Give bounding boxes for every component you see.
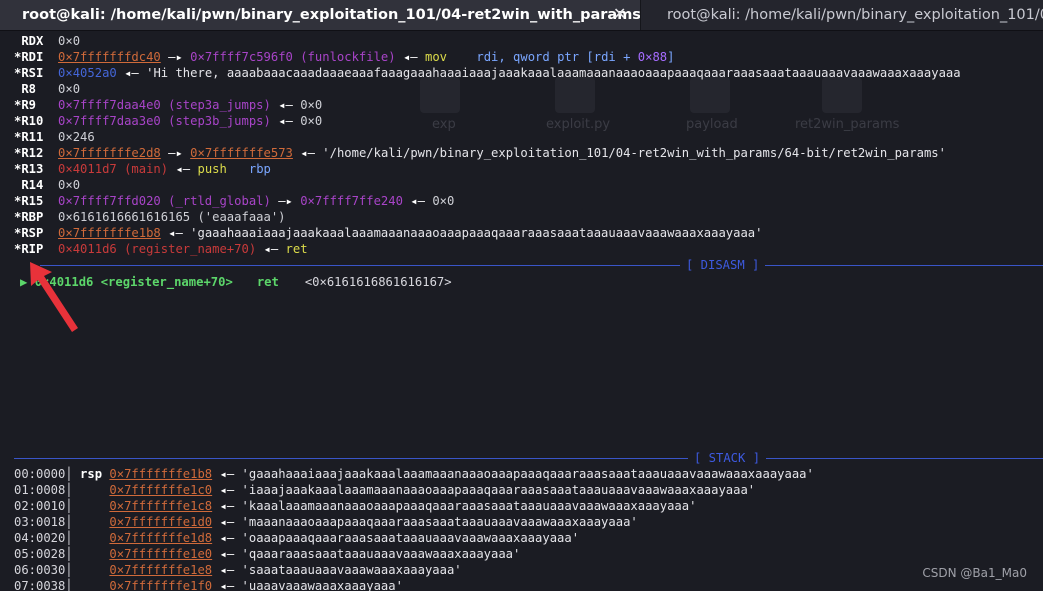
register-name: R11 [21, 130, 44, 144]
register-name: RDX [21, 34, 44, 48]
instruction-address: 0×4011d6 <register_name+70> [34, 275, 233, 289]
register-value: 0×0 [58, 82, 81, 96]
register-name: RIP [21, 242, 44, 256]
register-row-r14: R14 0×0 [14, 177, 80, 193]
stack-row: 01:0008│ 0×7fffffffe1c0 ◂— 'iaaajaaakaaa… [14, 483, 756, 497]
register-row-rsp: *RSP 0×7fffffffe1b8 ◂— 'gaaahaaaiaaajaaa… [14, 226, 763, 240]
string-value: 'Hi there, aaaabaaacaaadaaaeaaafaaagaaah… [146, 66, 961, 80]
current-instruction: ▶ 0×4011d6 <register_name+70> ret <0×61616… [20, 274, 452, 290]
stack-pointer[interactable]: 0×7fffffffe1d8 [109, 531, 212, 545]
tab-terminal-inactive[interactable]: root@kali: /home/kali/pwn/binary_exploit… [640, 0, 1043, 30]
tab-title: root@kali: /home/kali/pwn/binary_exploit… [22, 7, 640, 23]
instruction-mnemonic: ret [256, 275, 279, 289]
stack-pointer[interactable]: 0×7fffffffe1e0 [109, 547, 212, 561]
register-name: RDI [21, 50, 44, 64]
stack-pointer[interactable]: 0×7fffffffe1b8 [109, 467, 212, 481]
desktop-label: exp [432, 117, 456, 132]
stack-pointer[interactable]: 0×7fffffffe1f0 [109, 579, 212, 591]
tab-title: root@kali: /home/kali/pwn/binary_exploit… [667, 7, 1043, 23]
lib-pointer: 0×7ffff7daa4e0 (step3a_jumps) [58, 98, 271, 112]
desktop-label: exploit.py [546, 117, 611, 132]
close-icon[interactable]: ✕ [613, 4, 626, 23]
desktop-label: ret2win_params [795, 117, 900, 132]
register-row-r15: *R15 0×7ffff7ffd020 (_rtld_global) —▸ 0×… [14, 194, 455, 208]
register-name: RBP [21, 210, 44, 224]
string-value: 'gaaahaaaiaaajaaakaaalaaamaaanaaaoaaapaa… [190, 226, 763, 240]
stack-pointer[interactable]: 0×7fffffffe1b8 [58, 226, 161, 240]
disasm-header: [ DISASM ] [680, 257, 766, 273]
file-icon [555, 77, 595, 113]
register-row-r9: *R9 0×7ffff7daa4e0 (step3a_jumps) ◂— 0×0 [14, 98, 323, 112]
stack-pointer[interactable]: 0×7fffffffe1c8 [109, 499, 212, 513]
lib-pointer: 0×7ffff7c596f0 (funlockfile) [190, 50, 396, 64]
string-value: '/home/kali/pwn/binary_exploitation_101/… [322, 146, 946, 160]
stack-pointer[interactable]: 0×7fffffffe573 [190, 146, 293, 160]
register-value: 0×6161616661616165 ('eaaafaaa') [58, 210, 286, 224]
stack-pointer[interactable]: 0×7fffffffe1d0 [109, 515, 212, 529]
file-icon [690, 77, 730, 113]
register-row-r8: R8 0×0 [14, 81, 80, 97]
stack-pointer[interactable]: 0×7fffffffe1c0 [109, 483, 212, 497]
tab-terminal-active[interactable]: root@kali: /home/kali/pwn/binary_exploit… [0, 0, 640, 30]
stack-row: 00:0000│ rsp 0×7fffffffe1b8 ◂— 'gaaahaaa… [14, 467, 814, 481]
lib-pointer: 0×7ffff7ffd020 (_rtld_global) [58, 194, 271, 208]
stack-row: 07:0038│ 0×7fffffffe1f0 ◂— 'uaaavaaawaaa… [14, 579, 403, 591]
stack-row: 05:0028│ 0×7fffffffe1e0 ◂— 'qaaaraaasaaa… [14, 547, 521, 561]
register-name: R10 [21, 114, 44, 128]
lib-pointer: 0×7ffff7ffe240 [300, 194, 403, 208]
register-value: 0×0 [58, 34, 81, 48]
heap-pointer: 0×4052a0 [58, 66, 117, 80]
register-value: 0×246 [58, 130, 95, 144]
stack-divider [14, 458, 1043, 459]
register-name: R13 [21, 162, 44, 176]
stack-pointer[interactable]: 0×7fffffffe2d8 [58, 146, 161, 160]
register-name: R9 [21, 98, 37, 112]
terminal-output[interactable]: exp exploit.py payload ret2win_params RD… [0, 31, 1043, 591]
disasm-divider [40, 265, 1043, 266]
register-name: R12 [21, 146, 44, 160]
register-name: R15 [21, 194, 44, 208]
gear-icon [822, 77, 862, 113]
code-pointer: 0×4011d7 (main) [58, 162, 169, 176]
register-name: RSP [21, 226, 44, 240]
stack-row: 06:0030│ 0×7fffffffe1e8 ◂— 'saaataaauaaa… [14, 563, 462, 577]
tab-bar: root@kali: /home/kali/pwn/binary_exploit… [0, 0, 1043, 31]
register-row-r10: *R10 0×7ffff7daa3e0 (step3b_jumps) ◂— 0×… [14, 114, 323, 128]
register-row-rbp: *RBP 0×6161616661616165 ('eaaafaaa') [14, 210, 286, 224]
register-row-rsi: *RSI 0×4052a0 ◂— 'Hi there, aaaabaaacaaa… [14, 66, 961, 80]
desktop-label: payload [686, 117, 738, 132]
register-name: RSI [21, 66, 44, 80]
register-row-r11: *R11 0×246 [14, 130, 95, 144]
file-icon [420, 77, 460, 113]
stack-header: [ STACK ] [688, 450, 767, 466]
stack-row: 03:0018│ 0×7fffffffe1d0 ◂— 'maaanaaaoaaa… [14, 515, 638, 529]
register-value: 0×0 [58, 178, 81, 192]
stack-pointer[interactable]: 0×7fffffffe1e8 [109, 563, 212, 577]
stack-row: 02:0010│ 0×7fffffffe1c8 ◂— 'kaaalaaamaaa… [14, 499, 697, 513]
register-row-rip: *RIP 0×4011d6 (register_name+70) ◂— ret [14, 242, 308, 256]
stack-row: 04:0020│ 0×7fffffffe1d8 ◂— 'oaaapaaaqaaa… [14, 531, 580, 545]
register-row-rdx: RDX 0×0 [14, 33, 80, 49]
register-name: R14 [21, 178, 44, 192]
instruction-target: <0×6161616861616167> [304, 275, 452, 289]
register-name: R8 [21, 82, 37, 96]
code-pointer: 0×4011d6 (register_name+70) [58, 242, 257, 256]
lib-pointer: 0×7ffff7daa3e0 (step3b_jumps) [58, 114, 271, 128]
terminal-window: root@kali: /home/kali/pwn/binary_exploit… [0, 0, 1043, 591]
current-instruction-marker: ▶ [20, 275, 28, 289]
stack-pointer[interactable]: 0×7fffffffdc40 [58, 50, 161, 64]
register-row-r13: *R13 0×4011d7 (main) ◂— push rbp [14, 162, 271, 176]
register-row-r12: *R12 0×7fffffffe2d8 —▸ 0×7fffffffe573 ◂—… [14, 146, 946, 160]
watermark: CSDN @Ba1_Ma0 [922, 566, 1027, 580]
register-row-rdi: *RDI 0×7fffffffdc40 —▸ 0×7ffff7c596f0 (f… [14, 50, 675, 64]
